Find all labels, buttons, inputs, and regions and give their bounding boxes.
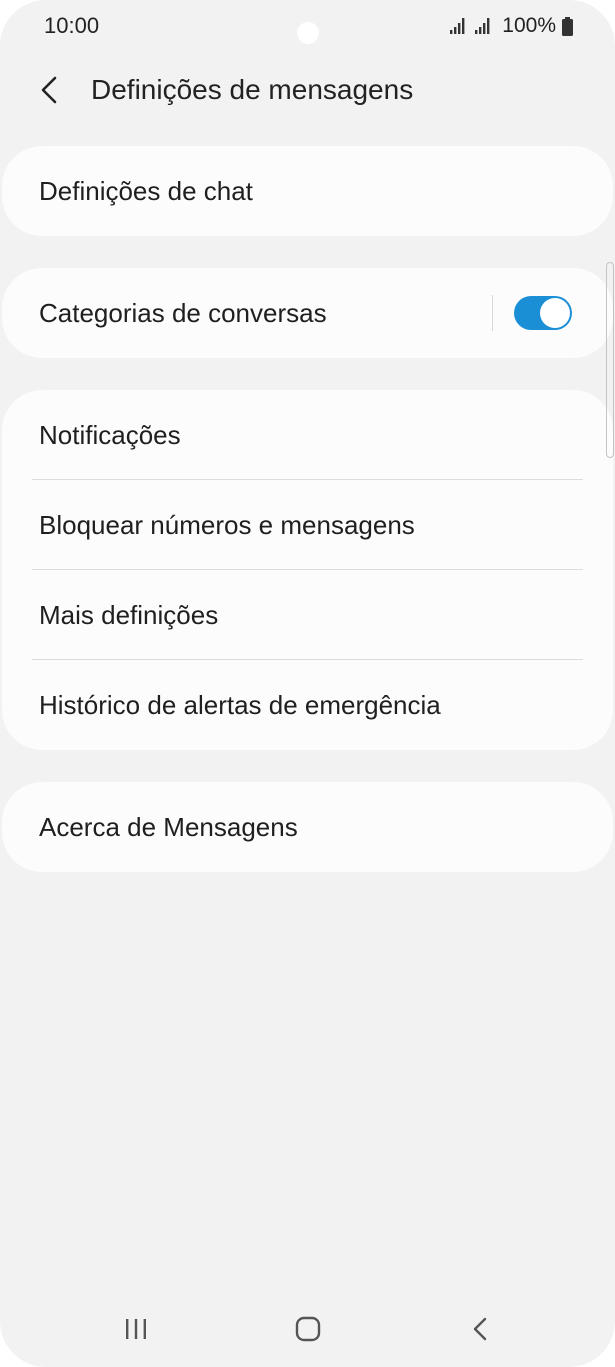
back-button[interactable] xyxy=(32,70,68,110)
list-item-more-settings[interactable]: Mais definições xyxy=(2,570,613,660)
divider xyxy=(492,295,493,331)
conversation-categories-toggle[interactable] xyxy=(514,296,572,330)
list-item-notifications[interactable]: Notificações xyxy=(2,390,613,480)
conversation-categories-card: Categorias de conversas xyxy=(2,268,613,358)
status-time: 10:00 xyxy=(44,13,100,38)
status-icons: 100% xyxy=(450,14,573,38)
home-button[interactable] xyxy=(288,1314,328,1346)
chat-settings-item[interactable]: Definições de chat xyxy=(2,146,613,236)
about-card: Acerca de Mensagens xyxy=(2,782,613,872)
emergency-alerts-history-label: Histórico de alertas de emergência xyxy=(39,690,441,720)
app-header: Definições de mensagens xyxy=(0,62,615,118)
navigation-bar xyxy=(0,1300,615,1360)
settings-group-card: Notificações Bloquear números e mensagen… xyxy=(2,390,613,750)
block-numbers-label: Bloquear números e mensagens xyxy=(39,510,415,540)
front-camera xyxy=(297,22,319,44)
more-settings-label: Mais definições xyxy=(39,600,219,630)
toggle-knob xyxy=(540,298,570,328)
page-title: Definições de mensagens xyxy=(91,74,414,105)
conversation-categories-label: Categorias de conversas xyxy=(39,298,327,328)
scrollbar[interactable] xyxy=(606,262,614,458)
notifications-label: Notificações xyxy=(39,420,181,450)
back-icon xyxy=(473,1317,487,1341)
recent-apps-icon xyxy=(126,1319,146,1339)
signal-icon xyxy=(450,17,469,35)
chat-settings-label: Definições de chat xyxy=(39,176,253,206)
chevron-left-icon xyxy=(41,76,57,104)
about-messages-label: Acerca de Mensagens xyxy=(39,812,298,842)
back-nav-button[interactable] xyxy=(460,1314,500,1346)
list-item-block-numbers[interactable]: Bloquear números e mensagens xyxy=(2,480,613,570)
home-icon xyxy=(295,1316,321,1342)
recent-apps-button[interactable] xyxy=(116,1314,156,1346)
chat-settings-card: Definições de chat xyxy=(2,146,613,236)
phone-screen: 10:00 100% Definições de mensagens Defin… xyxy=(0,0,615,1367)
conversation-categories-item[interactable]: Categorias de conversas xyxy=(2,268,613,358)
battery-icon xyxy=(562,16,573,36)
about-messages-item[interactable]: Acerca de Mensagens xyxy=(2,782,613,872)
battery-percent: 100% xyxy=(502,14,556,37)
signal-icon xyxy=(475,17,494,35)
list-item-emergency-alerts-history[interactable]: Histórico de alertas de emergência xyxy=(2,660,613,750)
status-bar: 10:00 100% xyxy=(0,0,615,56)
